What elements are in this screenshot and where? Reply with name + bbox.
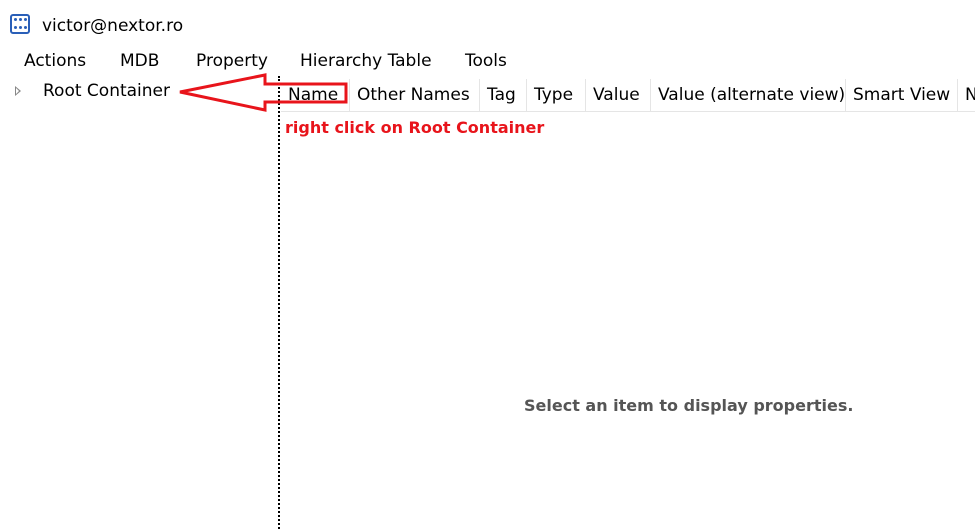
menu-actions[interactable]: Actions bbox=[24, 50, 86, 72]
menu-property[interactable]: Property bbox=[196, 50, 268, 72]
menu-bar: Actions MDB Property Hierarchy Table Too… bbox=[0, 48, 975, 74]
empty-state-message: Select an item to display properties. bbox=[524, 396, 854, 415]
menu-mdb[interactable]: MDB bbox=[120, 50, 159, 72]
column-header-other-names[interactable]: Other Names bbox=[350, 79, 480, 111]
menu-hierarchy-table[interactable]: Hierarchy Table bbox=[300, 50, 432, 72]
column-header-row: Name Other Names Tag Type Value Value (a… bbox=[281, 79, 975, 112]
title-bar: victor@nextor.ro bbox=[0, 0, 975, 42]
tree-node-label[interactable]: Root Container bbox=[43, 80, 170, 102]
hierarchy-tree-pane: Root Container bbox=[0, 76, 278, 529]
column-header-smart-view[interactable]: Smart View bbox=[846, 79, 958, 111]
column-header-tag[interactable]: Tag bbox=[480, 79, 527, 111]
window-title: victor@nextor.ro bbox=[42, 16, 184, 36]
column-header-value-alternate[interactable]: Value (alternate view) bbox=[651, 79, 846, 111]
column-header-named-prop[interactable]: N bbox=[958, 79, 975, 111]
property-list-pane: Name Other Names Tag Type Value Value (a… bbox=[281, 76, 975, 529]
expand-triangle-icon[interactable] bbox=[15, 86, 21, 96]
column-header-value[interactable]: Value bbox=[586, 79, 651, 111]
app-grid-icon bbox=[10, 14, 30, 34]
mfcmapi-window: victor@nextor.ro Actions MDB Property Hi… bbox=[0, 0, 975, 529]
annotation-instruction-text: right click on Root Container bbox=[285, 118, 545, 137]
tree-node-root-container[interactable]: Root Container bbox=[0, 80, 278, 104]
menu-tools[interactable]: Tools bbox=[465, 50, 507, 72]
column-header-name[interactable]: Name bbox=[281, 79, 350, 111]
column-header-type[interactable]: Type bbox=[527, 79, 586, 111]
pane-splitter[interactable] bbox=[278, 76, 280, 529]
